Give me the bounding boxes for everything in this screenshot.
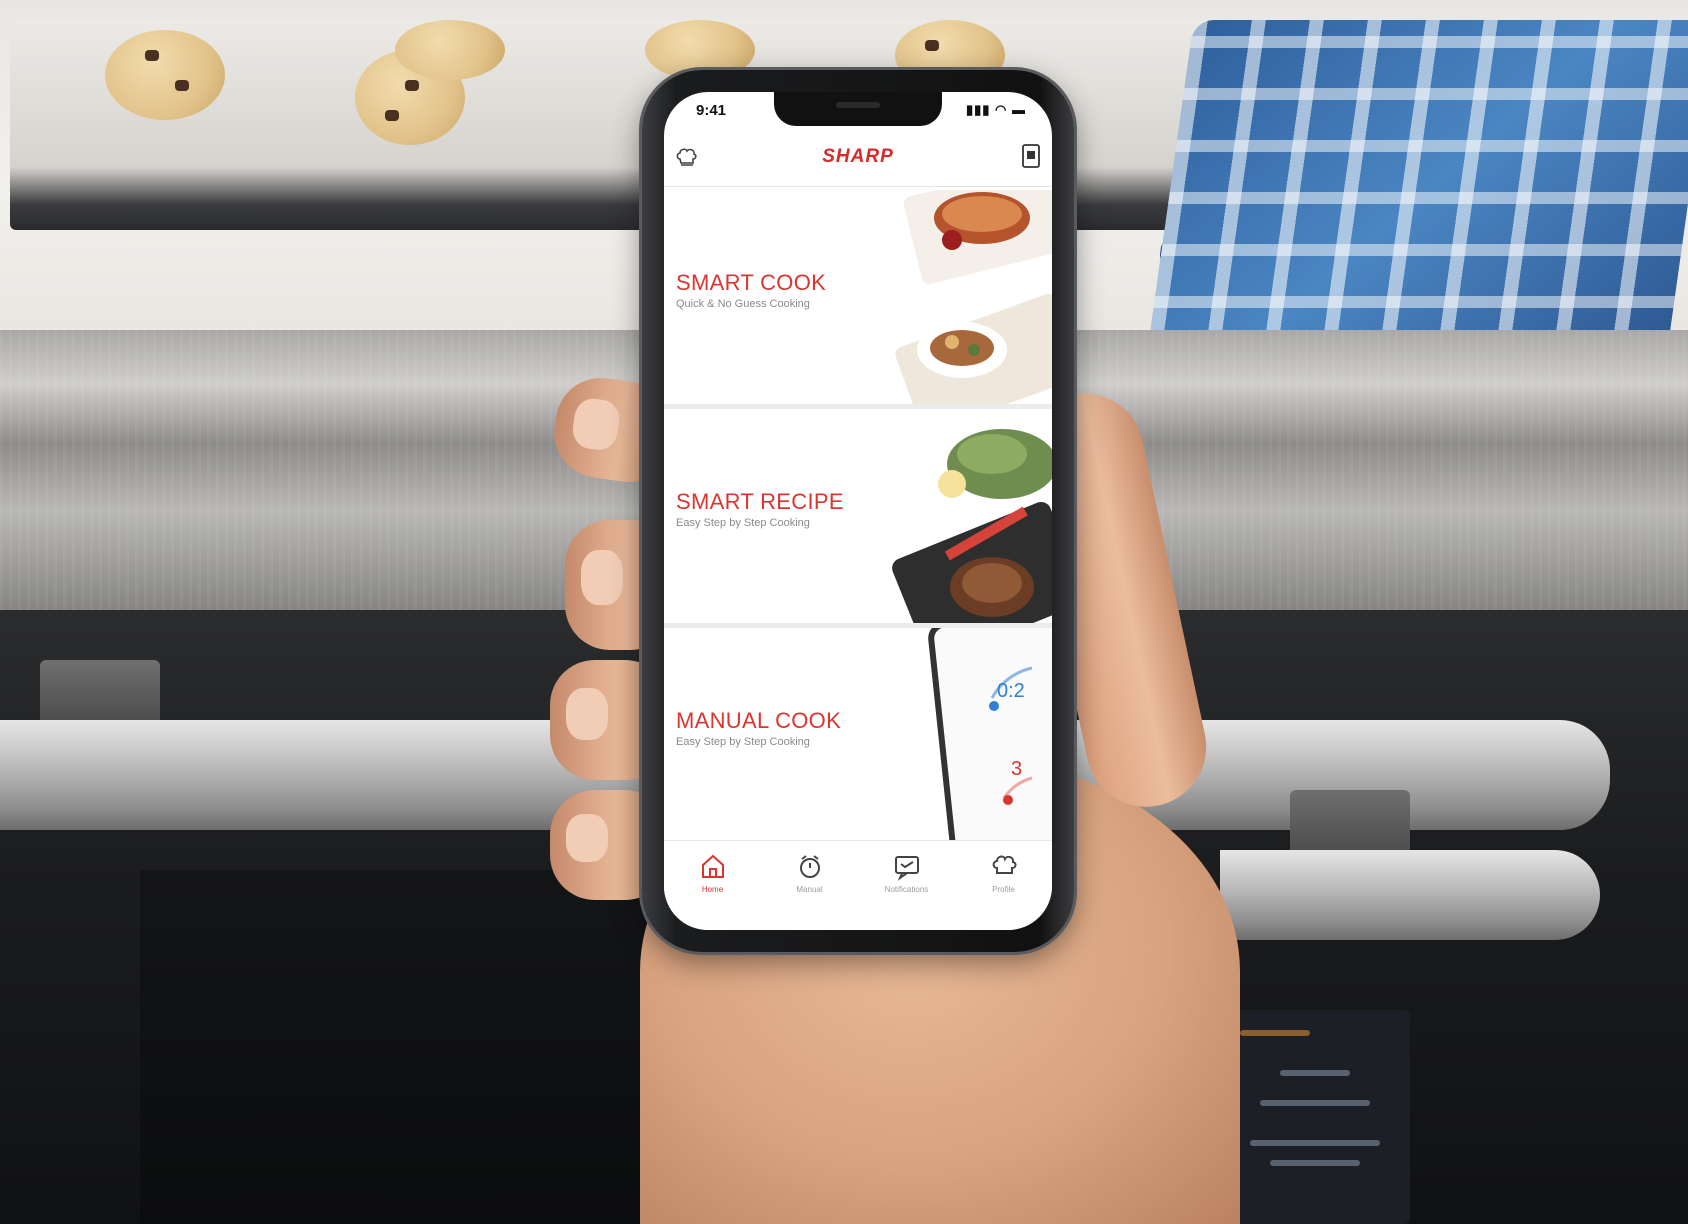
app-screen: 9:41 ▮▮▮ ◠ ▬ SHARP SMART COOK Quick & No…: [664, 92, 1052, 930]
phone-notch: [774, 92, 942, 126]
smartphone: 9:41 ▮▮▮ ◠ ▬ SHARP SMART COOK Quick & No…: [642, 70, 1074, 952]
tab-label: Manual: [796, 885, 823, 894]
home-icon: [701, 854, 724, 878]
tab-home[interactable]: Home: [664, 851, 761, 894]
timer-icon: [799, 855, 820, 878]
oven-mitt: [1146, 20, 1688, 360]
cookie: [395, 20, 505, 80]
feature-card-list: SMART COOK Quick & No Guess Cooking SMAR…: [664, 190, 1052, 847]
card-title: SMART COOK: [676, 270, 827, 295]
device-icon[interactable]: [1022, 144, 1040, 168]
card-subtitle: Easy Step by Step Cooking: [676, 736, 810, 748]
phone-dial-photo: [928, 628, 1052, 842]
oven-control-panel: [1220, 1010, 1410, 1224]
card-subtitle: Quick & No Guess Cooking: [676, 298, 810, 310]
app-header: SHARP: [664, 132, 1052, 187]
status-icons: ▮▮▮ ◠ ▬: [965, 102, 1026, 117]
chef-hat-icon: [992, 855, 1016, 874]
status-time: 9:41: [696, 102, 727, 119]
tab-manual[interactable]: Manual: [761, 851, 858, 894]
bottom-tab-bar: Home Manual Notifications Profile: [664, 840, 1052, 930]
tab-profile[interactable]: Profile: [955, 851, 1052, 894]
dial-temp-value: 3: [1011, 758, 1023, 780]
manual-cook-card[interactable]: MANUAL COOK Easy Step by Step Cooking 0:…: [664, 628, 1052, 847]
brand-logo: SHARP: [822, 146, 894, 167]
dial-time-value: 0:2: [997, 680, 1025, 702]
food-photo: [892, 429, 1052, 623]
tab-label: Profile: [992, 885, 1015, 894]
drawer-handle: [1220, 850, 1600, 940]
tab-label: Home: [701, 885, 724, 894]
tab-label: Notifications: [884, 885, 929, 894]
smart-cook-card[interactable]: SMART COOK Quick & No Guess Cooking: [664, 190, 1052, 409]
food-photo: [895, 190, 1052, 404]
cookie: [105, 30, 225, 120]
smart-recipe-card[interactable]: SMART RECIPE Easy Step by Step Cooking: [664, 409, 1052, 628]
tab-notifications[interactable]: Notifications: [858, 851, 955, 894]
card-title: MANUAL COOK: [676, 708, 842, 733]
card-subtitle: Easy Step by Step Cooking: [676, 517, 810, 529]
message-icon: [894, 856, 919, 881]
card-title: SMART RECIPE: [676, 489, 844, 514]
